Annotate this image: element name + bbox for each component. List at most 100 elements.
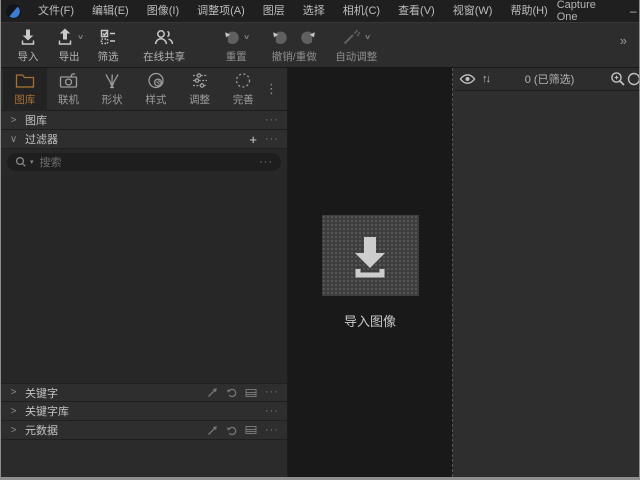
library-section-menu-button[interactable]: ··· (265, 115, 279, 126)
reset-button[interactable]: ∨ 重置 (219, 27, 253, 64)
filters-section-menu-button[interactable]: ··· (265, 134, 279, 145)
online-share-button[interactable]: 在线共享 (139, 27, 189, 64)
tab-library[interactable]: 图库 (3, 68, 47, 111)
tab-styles[interactable]: 样式 (134, 68, 178, 111)
section-metadata[interactable]: > 元数据 ··· (1, 421, 287, 440)
search-scope-caret-icon[interactable]: ▾ (30, 158, 34, 166)
main-area: 图库 联机 形状 (1, 68, 639, 477)
undo-redo-button[interactable]: 撤销/重做 (267, 27, 321, 64)
minimize-button[interactable]: – (623, 0, 640, 22)
redo-icon[interactable] (299, 28, 317, 46)
keyword-library-section-menu-button[interactable]: ··· (265, 406, 279, 417)
presets-list-icon[interactable] (245, 388, 257, 398)
tab-adjust[interactable]: 调整 (178, 68, 222, 111)
filtered-count: 0 (已筛选) (489, 71, 610, 87)
toolbar-overflow-button[interactable]: » (620, 33, 627, 48)
sliders-icon (191, 72, 209, 89)
tab-styles-label: 样式 (145, 92, 166, 107)
camera-icon (58, 72, 80, 89)
tab-shapes[interactable]: 形状 (90, 68, 134, 111)
tab-shapes-label: 形状 (102, 92, 123, 107)
auto-adjust-button[interactable]: ∨ 自动调整 (331, 27, 381, 64)
chevron-right-icon[interactable]: > (9, 387, 18, 398)
filter-label: 筛选 (98, 49, 119, 64)
export-icon (55, 27, 75, 47)
tab-tethered[interactable]: 联机 (47, 68, 91, 111)
import-button[interactable]: 导入 (11, 27, 45, 64)
menu-layers[interactable]: 图层 (254, 0, 294, 22)
menu-window[interactable]: 视窗(W) (444, 0, 502, 22)
export-dropdown-caret-icon[interactable]: ∨ (77, 33, 84, 41)
menu-image[interactable]: 图像(I) (138, 0, 188, 22)
export-button[interactable]: ∨ 导出 (51, 27, 87, 64)
section-keyword-library[interactable]: > 关键字库 ··· (1, 402, 287, 421)
tab-tethered-label: 联机 (58, 92, 79, 107)
viewer-area: 导入图像 (288, 68, 452, 477)
import-images-label: 导入图像 (344, 311, 396, 330)
reset-dropdown-caret-icon[interactable]: ∨ (243, 33, 250, 41)
section-keywords-title: 关键字 (25, 385, 58, 401)
search-row: ▾ 搜索 ··· (1, 149, 287, 175)
filter-checklist-icon (99, 28, 117, 46)
magic-wand-icon (342, 28, 362, 46)
search-options-button[interactable]: ··· (259, 157, 273, 168)
menu-camera[interactable]: 相机(C) (334, 0, 389, 22)
tab-adjust-label: 调整 (189, 92, 210, 107)
menu-adjustments[interactable]: 调整项(A) (188, 0, 254, 22)
undo-icon[interactable] (271, 28, 289, 46)
people-icon (152, 28, 176, 46)
section-keywords[interactable]: > 关键字 ··· (1, 383, 287, 402)
chevron-right-icon[interactable]: > (9, 115, 18, 126)
auto-adjust-label: 自动调整 (335, 49, 377, 64)
chevron-down-icon[interactable]: ∨ (9, 134, 18, 145)
undo-redo-label: 撤销/重做 (272, 49, 317, 64)
search-input[interactable]: ▾ 搜索 ··· (7, 153, 281, 171)
auto-adjust-dropdown-caret-icon[interactable]: ∨ (364, 33, 371, 41)
chevron-right-icon[interactable]: > (9, 406, 18, 417)
sort-order-icon[interactable]: ↑↓ (482, 73, 489, 85)
tool-tab-overflow-button[interactable]: ⋮ (265, 81, 278, 97)
thumbnail-size-icon[interactable] (626, 71, 639, 87)
add-filter-button[interactable]: + (249, 133, 257, 146)
menu-file[interactable]: 文件(F) (29, 0, 83, 22)
metadata-section-menu-button[interactable]: ··· (265, 425, 279, 436)
copy-apply-arrow-icon[interactable] (207, 387, 218, 398)
import-images-button[interactable] (322, 215, 419, 296)
zoom-loupe-icon[interactable] (610, 71, 626, 87)
left-sidebar: 图库 联机 形状 (1, 68, 288, 477)
sidebar-bottom-panel (1, 440, 287, 477)
browser-panel: ↑↓ 0 (已筛选) (452, 68, 639, 477)
section-library[interactable]: > 图库 ··· (1, 111, 287, 130)
export-label: 导出 (59, 49, 80, 64)
capture-one-logo-icon (6, 4, 21, 19)
section-metadata-title: 元数据 (25, 422, 58, 438)
menu-select[interactable]: 选择 (294, 0, 334, 22)
brush-icon (102, 72, 122, 89)
section-filters[interactable]: ∨ 过滤器 + ··· (1, 130, 287, 149)
filter-button[interactable]: 筛选 (91, 27, 125, 64)
tab-refine-label: 完善 (233, 92, 254, 107)
toolbar: 导入 ∨ 导出 筛选 (1, 22, 639, 68)
eye-icon[interactable] (459, 72, 476, 86)
section-keyword-library-title: 关键字库 (25, 403, 69, 419)
presets-list-icon[interactable] (245, 425, 257, 435)
titlebar: 文件(F) 编辑(E) 图像(I) 调整项(A) 图层 选择 相机(C) 查看(… (1, 0, 639, 22)
menu-view[interactable]: 查看(V) (389, 0, 444, 22)
menu-edit[interactable]: 编辑(E) (83, 0, 138, 22)
copy-apply-arrow-icon[interactable] (207, 425, 218, 436)
share-label: 在线共享 (143, 49, 185, 64)
filters-content-area (1, 175, 287, 383)
reset-icon (223, 28, 241, 46)
dashed-circle-icon (234, 72, 252, 89)
reset-arrow-icon[interactable] (226, 425, 237, 436)
folder-icon (14, 72, 36, 89)
menu-help[interactable]: 帮助(H) (501, 0, 556, 22)
chevron-right-icon[interactable]: > (9, 425, 18, 436)
tab-refine[interactable]: 完善 (221, 68, 265, 111)
tab-library-label: 图库 (14, 92, 35, 107)
app-title: Capture One (557, 0, 609, 23)
keywords-section-menu-button[interactable]: ··· (265, 387, 279, 398)
reset-arrow-icon[interactable] (226, 387, 237, 398)
styles-circle-icon (147, 72, 165, 89)
tool-tab-bar: 图库 联机 形状 (1, 68, 287, 111)
